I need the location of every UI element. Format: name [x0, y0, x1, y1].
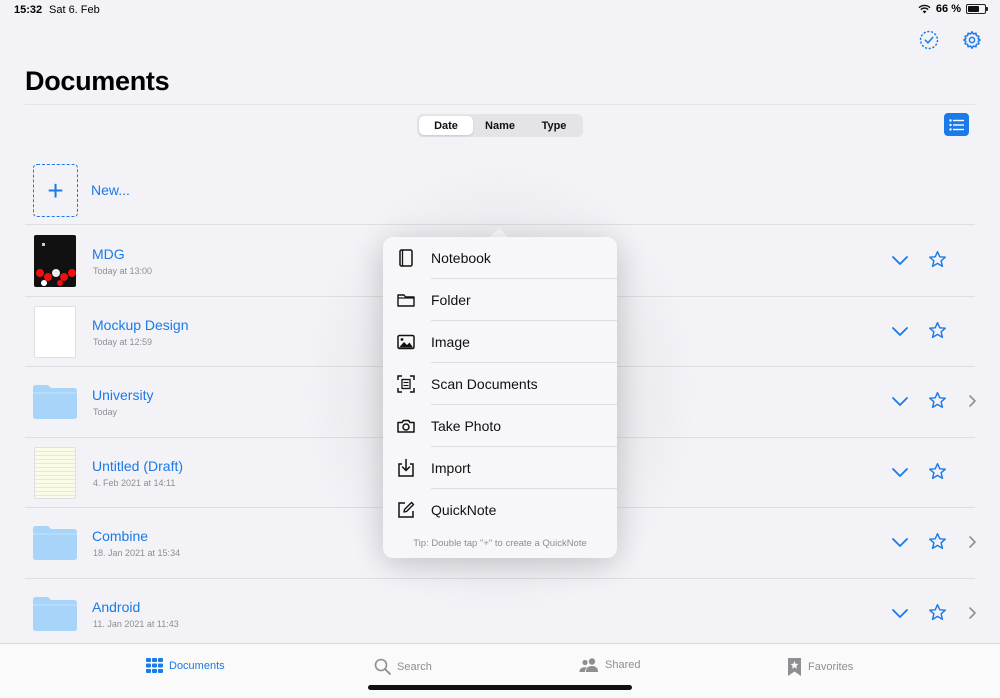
star-icon[interactable] — [928, 603, 947, 622]
menu-item-label: QuickNote — [431, 502, 497, 518]
chevron-right-icon[interactable] — [967, 394, 977, 408]
grid-icon — [146, 658, 163, 673]
star-icon[interactable] — [928, 532, 947, 551]
menu-item-quicknote[interactable]: QuickNote — [383, 489, 617, 531]
battery-icon — [966, 4, 988, 14]
chevron-down-icon[interactable] — [891, 465, 909, 479]
tab-documents[interactable]: Documents — [146, 658, 225, 673]
list-icon — [949, 118, 964, 131]
document-name[interactable]: Android — [92, 599, 140, 615]
tab-shared-label: Shared — [605, 659, 641, 671]
chevron-down-icon[interactable] — [891, 394, 909, 408]
document-name[interactable]: MDG — [92, 246, 125, 262]
thumbnail-art — [36, 243, 76, 286]
document-thumbnail — [34, 305, 76, 358]
tab-search-label: Search — [397, 660, 432, 673]
menu-item-scan-documents[interactable]: Scan Documents — [383, 363, 617, 405]
folder-thumbnail-icon — [33, 526, 77, 560]
new-document-row[interactable]: + New... — [25, 155, 975, 225]
chevron-right-icon[interactable] — [967, 535, 977, 549]
battery-fill — [968, 6, 979, 12]
document-name[interactable]: Untitled (Draft) — [92, 458, 183, 474]
battery-percent: 66 % — [935, 3, 961, 15]
quicknote-tip: Tip: Double tap "+" to create a QuickNot… — [413, 538, 587, 549]
tab-favorites[interactable]: Favorites — [787, 658, 853, 676]
menu-item-label: Import — [431, 460, 471, 476]
folder-thumbnail-icon — [33, 596, 77, 631]
chevron-right-icon[interactable] — [967, 606, 977, 620]
new-label: New... — [91, 182, 130, 198]
import-icon — [398, 458, 414, 477]
chevron-down-icon[interactable] — [891, 535, 909, 549]
folder-icon — [397, 294, 415, 307]
menu-item-notebook[interactable]: Notebook — [383, 237, 617, 279]
star-icon[interactable] — [928, 321, 947, 340]
menu-item-label: Notebook — [431, 250, 491, 266]
menu-item-label: Folder — [431, 292, 471, 308]
menu-item-take-photo[interactable]: Take Photo — [383, 405, 617, 447]
document-thumbnail — [34, 235, 76, 287]
menu-item-image[interactable]: Image — [383, 321, 617, 363]
menu-item-import[interactable]: Import — [383, 447, 617, 489]
chevron-down-icon[interactable] — [891, 324, 909, 338]
chevron-down-icon[interactable] — [891, 606, 909, 620]
document-name[interactable]: University — [92, 387, 153, 403]
star-icon[interactable] — [928, 391, 947, 410]
star-icon[interactable] — [928, 462, 947, 481]
image-icon — [397, 334, 415, 350]
wifi-icon — [918, 4, 931, 14]
menu-item-folder[interactable]: Folder — [383, 279, 617, 321]
status-time: 15:32 — [14, 4, 43, 16]
people-icon — [579, 658, 598, 672]
document-date: Today — [93, 407, 118, 417]
document-row[interactable]: Android 11. Jan 2021 at 11:43 — [25, 579, 977, 649]
list-view-button[interactable] — [944, 113, 969, 136]
document-date: 11. Jan 2021 at 11:43 — [93, 618, 179, 629]
star-icon[interactable] — [928, 250, 947, 269]
status-bar: 15:32 Sat 6. Feb 66 % — [0, 0, 1000, 20]
select-check-icon[interactable] — [919, 30, 939, 50]
tab-search[interactable]: Search — [374, 658, 432, 675]
sort-segmented-control: Date Name Type — [417, 114, 583, 137]
quicknote-icon — [398, 501, 415, 518]
status-right: 66 % — [918, 3, 988, 15]
new-menu-list: Notebook Folder Image Scan Documents Take Ph… — [383, 237, 617, 531]
page-title: Documents — [25, 66, 170, 96]
document-date: Today at 13:00 — [93, 266, 153, 276]
sort-type[interactable]: Type — [527, 116, 581, 135]
menu-item-label: Image — [431, 334, 470, 350]
document-name[interactable]: Combine — [92, 528, 148, 544]
document-thumbnail — [34, 446, 76, 499]
document-name[interactable]: Mockup Design — [92, 317, 189, 333]
document-date: 18. Jan 2021 at 15:34 — [93, 548, 181, 558]
title-divider — [25, 104, 975, 105]
document-date: Today at 12:59 — [93, 336, 153, 347]
status-date: Sat 6. Feb — [49, 4, 100, 16]
document-date: 4. Feb 2021 at 14:11 — [93, 477, 176, 488]
tab-shared[interactable]: Shared — [579, 658, 640, 672]
scan-icon — [397, 375, 415, 393]
notebook-icon — [399, 249, 413, 267]
sort-date[interactable]: Date — [419, 116, 473, 135]
search-icon — [374, 658, 391, 675]
tab-documents-label: Documents — [169, 659, 225, 672]
tab-favorites-label: Favorites — [808, 661, 854, 673]
new-menu-popover: Notebook Folder Image Scan Documents Take Ph… — [383, 237, 617, 558]
sort-name[interactable]: Name — [473, 116, 527, 135]
camera-icon — [397, 419, 415, 433]
folder-thumbnail-icon — [33, 385, 77, 419]
menu-item-label: Take Photo — [431, 418, 502, 434]
chevron-down-icon[interactable] — [891, 253, 909, 267]
plus-icon[interactable]: + — [33, 164, 78, 217]
bookmark-star-icon — [788, 658, 801, 676]
menu-item-label: Scan Documents — [431, 376, 538, 392]
home-indicator — [368, 685, 632, 690]
gear-icon[interactable] — [962, 30, 982, 50]
